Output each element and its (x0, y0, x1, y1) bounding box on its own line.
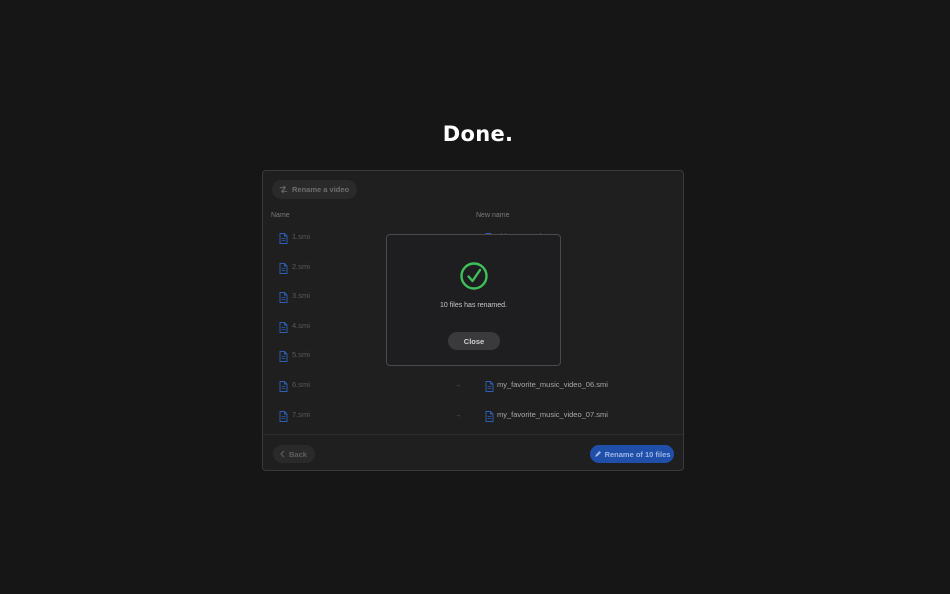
rename-video-label: Rename a video (292, 185, 350, 194)
file-icon (485, 410, 494, 422)
rename-icon (279, 185, 288, 194)
column-header-name: Name (271, 212, 290, 219)
table-row: 6.smi → my_favorite_music_video_06.smi (263, 380, 683, 410)
file-icon (279, 262, 288, 274)
file-icon (485, 381, 494, 392)
check-circle-icon (460, 262, 488, 290)
column-header-new-name: New name (476, 212, 510, 219)
old-filename: 1.smi (292, 232, 310, 241)
file-icon (279, 410, 288, 422)
new-filename: my_favorite_music_video_06.smi (497, 380, 608, 389)
new-filename: my_favorite_music_video_07.smi (497, 409, 608, 419)
close-button[interactable]: Close (448, 332, 500, 350)
rename-files-button[interactable]: Rename of 10 files (590, 445, 674, 463)
old-filename: 6.smi (292, 380, 310, 389)
arrow-icon: → (454, 380, 462, 389)
file-icon (279, 351, 288, 363)
back-label: Back (289, 449, 307, 459)
old-filename: 5.smi (292, 350, 310, 360)
back-button[interactable]: Back (273, 445, 315, 463)
page-title: Done. (442, 122, 514, 146)
file-icon (279, 233, 288, 244)
old-filename: 2.smi (292, 261, 310, 271)
file-icon (279, 321, 288, 333)
footer-divider (263, 434, 683, 435)
rename-files-label: Rename of 10 files (604, 449, 671, 459)
file-icon (279, 292, 288, 304)
pencil-icon (594, 450, 601, 457)
old-filename: 7.smi (292, 409, 310, 419)
success-message: 10 files has renamed. (440, 302, 507, 309)
file-icon (279, 381, 288, 392)
rename-video-button[interactable]: Rename a video (272, 180, 358, 199)
table-row: 7.smi → my_favorite_music_video_07.smi (263, 410, 683, 440)
old-filename: 3.smi (292, 291, 310, 301)
arrow-icon: → (454, 409, 462, 419)
chevron-left-icon (280, 450, 285, 458)
success-dialog: 10 files has renamed. Close (386, 234, 561, 366)
old-filename: 4.smi (292, 320, 310, 330)
